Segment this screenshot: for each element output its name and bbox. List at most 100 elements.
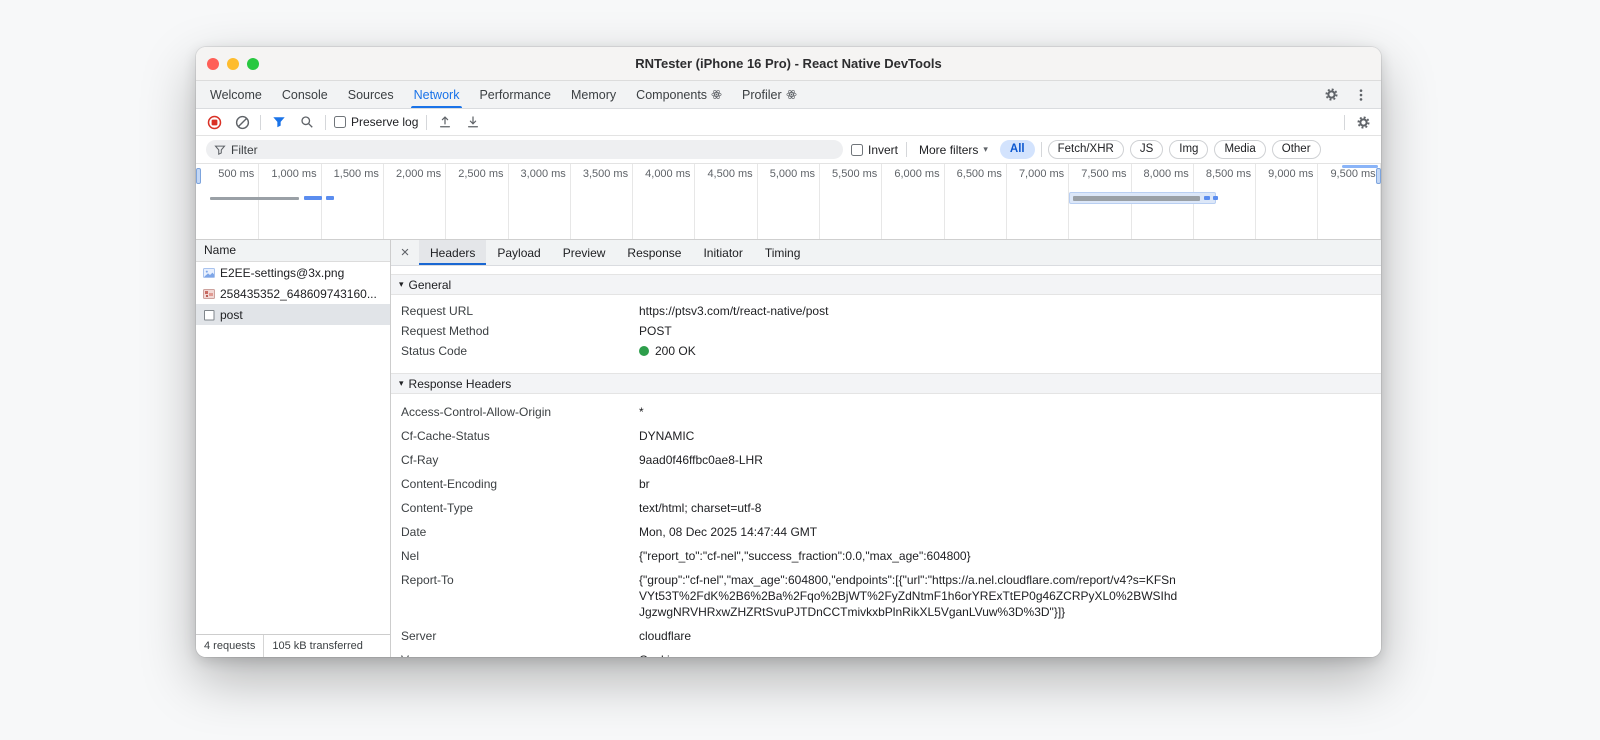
header-row: Request URL https://ptsv3.com/t/react-nat…	[391, 301, 1381, 321]
import-har-icon[interactable]	[435, 112, 455, 132]
filter-chip-js[interactable]: JS	[1129, 140, 1164, 159]
search-icon[interactable]	[297, 112, 317, 132]
requests-count: 4 requests	[196, 635, 265, 657]
tab-memory[interactable]: Memory	[561, 81, 626, 108]
main-tab-bar: Welcome Console Sources Network Performance M…	[196, 81, 1381, 109]
tabbar-actions	[1311, 81, 1381, 108]
response-header-rows: Access-Control-Allow-Origin * Cf-Cache-Sta…	[391, 394, 1381, 657]
tab-components[interactable]: Components	[626, 81, 732, 108]
clear-icon[interactable]	[232, 112, 252, 132]
overview-scroll-indicator[interactable]	[1342, 165, 1378, 168]
divider	[906, 142, 908, 157]
name-column-header[interactable]: Name	[196, 240, 390, 262]
chevron-down-icon: ▾	[983, 144, 988, 155]
divider	[1344, 114, 1345, 130]
requests-panel: Name E2EE-settings@3x.png 258435352_64860…	[196, 240, 391, 657]
record-icon[interactable]	[204, 112, 224, 132]
header-name: Status Code	[401, 344, 468, 358]
more-filters-label: More filters	[919, 142, 979, 157]
detail-tab-payload[interactable]: Payload	[486, 240, 551, 265]
performance-tab-label: Performance	[479, 87, 552, 102]
overview-right-grip[interactable]	[1376, 168, 1381, 184]
header-value: {"report_to":"cf-nel","success_fraction"…	[639, 549, 971, 563]
close-icon[interactable]: ×	[391, 240, 419, 265]
request-name: 258435352_648609743160...	[220, 286, 377, 301]
export-har-icon[interactable]	[463, 112, 483, 132]
request-row-post[interactable]: post	[196, 304, 390, 325]
timeline-tick-label: 3,000 ms	[520, 168, 566, 180]
header-name: Request URL	[401, 304, 474, 318]
general-section: ▾ General Request URL https://ptsv3.com/t…	[391, 274, 1381, 361]
timeline-tick-label: 4,500 ms	[707, 168, 753, 180]
timeline-tick-label: 8,000 ms	[1143, 168, 1189, 180]
waterfall-bar	[304, 196, 322, 200]
request-list-empty-area	[196, 325, 390, 634]
request-name: post	[220, 307, 243, 322]
settings-icon[interactable]	[1321, 85, 1341, 105]
tab-performance[interactable]: Performance	[469, 81, 561, 108]
header-row: Date Mon, 08 Dec 2025 14:47:44 GMT	[391, 520, 1381, 544]
header-name: Cf-Cache-Status	[401, 429, 490, 443]
devtools-window: RNTester (iPhone 16 Pro) - React Native …	[196, 47, 1381, 657]
header-value: cloudflare	[639, 629, 692, 643]
invert-checkbox[interactable]	[851, 143, 863, 156]
tab-welcome[interactable]: Welcome	[200, 81, 272, 108]
memory-tab-label: Memory	[571, 87, 617, 102]
minimize-window-button[interactable]	[227, 57, 239, 70]
invert-toggle[interactable]: Invert	[851, 143, 898, 157]
filter-chip-other[interactable]: Other	[1271, 140, 1321, 159]
filter-chip-fetch-xhr[interactable]: Fetch/XHR	[1047, 140, 1124, 159]
zoom-window-button[interactable]	[247, 57, 259, 70]
timeline-tick-label: 500 ms	[218, 168, 255, 180]
request-row-e2ee-settings-3x-png[interactable]: E2EE-settings@3x.png	[196, 262, 390, 283]
tab-network[interactable]: Network	[404, 81, 470, 108]
transferred-size: 105 kB transferred	[272, 640, 363, 652]
filter-input[interactable]	[231, 142, 835, 157]
welcome-tab-label: Welcome	[210, 87, 262, 102]
detail-tabs: Headers Payload Preview Response Initiator Ti…	[419, 240, 811, 265]
header-name: Request Method	[401, 324, 490, 338]
overview-left-grip[interactable]	[196, 168, 201, 184]
timeline-tick-label: 4,000 ms	[645, 168, 691, 180]
close-window-button[interactable]	[207, 57, 219, 70]
filter-chip-media[interactable]: Media	[1214, 140, 1266, 159]
preserve-log-checkbox[interactable]	[334, 116, 346, 128]
response-headers-section-header[interactable]: ▾ Response Headers	[391, 373, 1381, 394]
filter-chip-img[interactable]: Img	[1169, 140, 1209, 159]
header-value: 9aad0f46ffbc0ae8-LHR	[639, 453, 763, 467]
menu-icon[interactable]	[1351, 85, 1371, 105]
react-icon	[711, 89, 722, 100]
title-bar: RNTester (iPhone 16 Pro) - React Native …	[196, 47, 1381, 81]
detail-tab-headers[interactable]: Headers	[419, 240, 487, 265]
timeline-tick-label: 9,000 ms	[1268, 168, 1314, 180]
more-filters-button[interactable]: More filters ▾	[915, 143, 992, 157]
detail-tab-preview[interactable]: Preview	[552, 240, 617, 265]
general-rows: Request URL https://ptsv3.com/t/react-nat…	[391, 295, 1381, 361]
request-row-258435352-648609743160[interactable]: 258435352_648609743160...	[196, 283, 390, 304]
network-settings-icon[interactable]	[1353, 112, 1373, 132]
components-tab-label: Components	[636, 87, 708, 102]
detail-tab-timing[interactable]: Timing	[754, 240, 812, 265]
network-toolbar: Preserve log	[196, 109, 1381, 136]
tab-console[interactable]: Console	[272, 81, 338, 108]
header-name: Access-Control-Allow-Origin	[401, 405, 552, 419]
general-section-header[interactable]: ▾ General	[391, 274, 1381, 295]
waterfall-bar	[1073, 196, 1201, 201]
header-row: Access-Control-Allow-Origin *	[391, 400, 1381, 424]
sources-tab-label: Sources	[347, 87, 394, 102]
preserve-log-toggle[interactable]: Preserve log	[334, 115, 418, 129]
filter-chip-all[interactable]: All	[999, 140, 1035, 159]
main-tabs: Welcome Console Sources Network Performance M…	[200, 81, 1311, 108]
disclosure-icon: ▾	[399, 378, 404, 389]
detail-tab-response[interactable]: Response	[616, 240, 692, 265]
tab-sources[interactable]: Sources	[338, 81, 404, 108]
filter-toggle-icon[interactable]	[269, 112, 289, 132]
filter-input-box[interactable]	[206, 140, 843, 159]
header-name: Content-Type	[401, 501, 474, 515]
status-ok-dot	[639, 346, 649, 356]
network-overview-timeline[interactable]: 500 ms 1,000 ms 1,500 ms 2,000 ms 2,500 ms 3,…	[196, 164, 1381, 240]
detail-tab-initiator[interactable]: Initiator	[692, 240, 753, 265]
resource-type-chips: All Fetch/XHR JS Img Media Other	[999, 140, 1321, 159]
tab-profiler[interactable]: Profiler	[732, 81, 807, 108]
network-content: Name E2EE-settings@3x.png 258435352_64860…	[196, 240, 1381, 657]
